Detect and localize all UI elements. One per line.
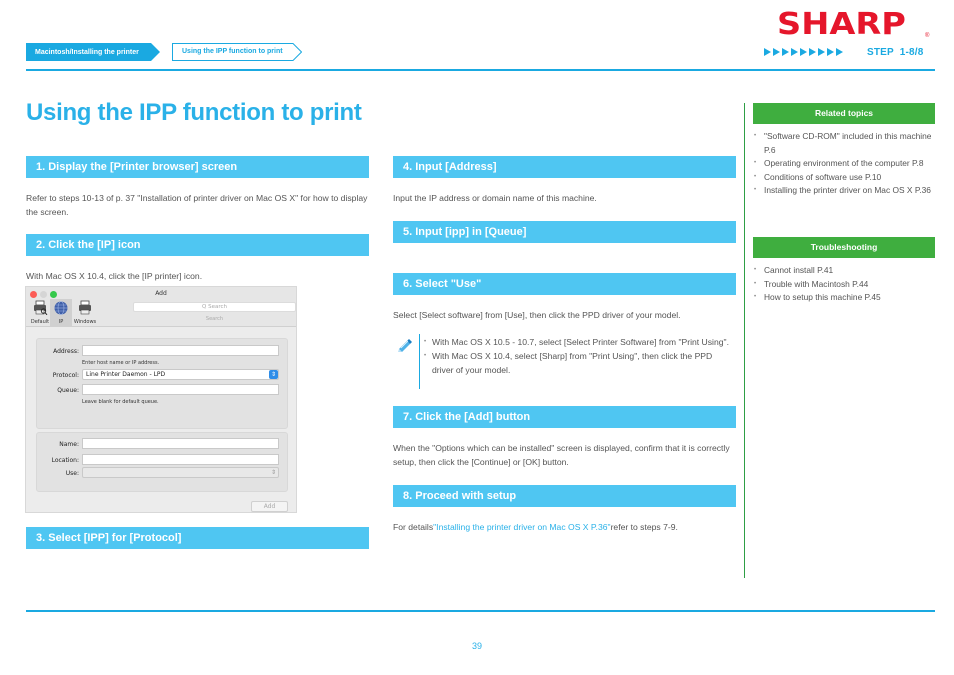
breadcrumb-parent[interactable]: Macintosh/Installing the printer: [26, 43, 160, 61]
printer-search-icon: [34, 300, 48, 316]
step-4-text: Input the IP address or domain name of t…: [393, 193, 597, 203]
queue-hint: Leave blank for default queue.: [82, 399, 159, 405]
related-topic-link[interactable]: "Software CD-ROM" included in this machi…: [753, 130, 935, 157]
step-4-heading: 4. Input [Address]: [393, 156, 736, 178]
breadcrumb-parent-label: Macintosh/Installing the printer: [35, 48, 139, 56]
step-7-text: When the "Options which can be installed…: [393, 443, 730, 467]
related-topics-heading: Related topics: [753, 103, 935, 124]
step-progress-arrows: [764, 48, 843, 58]
page-number: 39: [471, 641, 482, 651]
progress-arrow-icon: [764, 48, 771, 56]
related-topic-link[interactable]: Installing the printer driver on Mac OS …: [753, 184, 935, 198]
step-8-heading: 8. Proceed with setup: [393, 485, 736, 507]
note-item: With Mac OS X 10.5 - 10.7, select [Selec…: [424, 335, 734, 349]
progress-arrow-icon: [836, 48, 843, 56]
progress-arrow-icon: [827, 48, 834, 56]
dialog-toolbar: Add Default IP Windows Q Search Search: [26, 287, 296, 327]
connection-group: Address: Enter host name or IP address. …: [36, 338, 288, 429]
step-3-heading: 3. Select [IPP] for [Protocol]: [26, 527, 369, 549]
note-item: With Mac OS X 10.4, select [Sharp] from …: [424, 349, 734, 377]
note-divider: [419, 334, 420, 389]
step-6-text: Select [Select software] from [Use], the…: [393, 310, 681, 320]
page-title: Using the IPP function to print: [26, 99, 362, 126]
address-label: Address:: [53, 348, 79, 355]
related-topics-list: "Software CD-ROM" included in this machi…: [753, 130, 935, 198]
footer-divider: [26, 610, 935, 612]
progress-arrow-icon: [800, 48, 807, 56]
address-input[interactable]: [82, 345, 279, 356]
use-label: Use:: [65, 470, 79, 477]
troubleshooting-link[interactable]: Trouble with Macintosh P.44: [753, 278, 935, 292]
step-8-prefix: For details: [393, 522, 434, 532]
name-label: Name:: [59, 441, 79, 448]
troubleshooting-link[interactable]: Cannot install P.41: [753, 264, 935, 278]
name-input[interactable]: [82, 438, 279, 449]
queue-input[interactable]: [82, 384, 279, 395]
header-divider: [26, 69, 935, 71]
progress-arrow-icon: [818, 48, 825, 56]
toolbar-ip-button[interactable]: IP: [50, 299, 72, 326]
pencil-note-icon: [398, 339, 412, 352]
progress-arrow-icon: [809, 48, 816, 56]
queue-label: Queue:: [57, 387, 79, 394]
dialog-search-input[interactable]: Q Search: [133, 302, 296, 312]
address-hint: Enter host name or IP address.: [82, 360, 160, 366]
sidebar-divider: [744, 103, 745, 578]
progress-arrow-icon: [782, 48, 789, 56]
select-arrows-icon: ⇕: [269, 370, 278, 379]
installing-driver-link[interactable]: "Installing the printer driver on Mac OS…: [433, 522, 610, 532]
breadcrumb-current-label: Using the IPP function to print: [182, 48, 283, 55]
note-list: With Mac OS X 10.5 - 10.7, select [Selec…: [424, 335, 734, 377]
step-2-text: With Mac OS X 10.4, click the [IP printe…: [26, 271, 203, 281]
step-7-heading: 7. Click the [Add] button: [393, 406, 736, 428]
dialog-add-button[interactable]: Add: [251, 501, 288, 512]
step-8-suffix: refer to steps 7-9.: [610, 522, 678, 532]
related-topic-link[interactable]: Conditions of software use P.10: [753, 171, 935, 185]
step-indicator: STEP 1-8/8: [867, 47, 924, 58]
toolbar-windows-label: Windows: [73, 319, 97, 325]
progress-arrow-icon: [791, 48, 798, 56]
printer-info-group: Name: Location: Use: ⇕: [36, 432, 288, 492]
logo-text: SHARP: [777, 7, 906, 42]
step-1-heading: 1. Display the [Printer browser] screen: [26, 156, 369, 178]
protocol-label: Protocol:: [52, 372, 79, 379]
protocol-value: Line Printer Daemon - LPD: [86, 371, 166, 378]
globe-icon: [54, 301, 68, 315]
step-5-heading: 5. Input [ipp] in [Queue]: [393, 221, 736, 243]
use-select[interactable]: ⇕: [82, 467, 279, 478]
registered-mark: ®: [925, 33, 930, 39]
progress-arrow-icon: [773, 48, 780, 56]
troubleshooting-list: Cannot install P.41 Trouble with Macinto…: [753, 264, 935, 305]
step-6-heading: 6. Select "Use": [393, 273, 736, 295]
related-topic-link[interactable]: Operating environment of the computer P.…: [753, 157, 935, 171]
step-2-heading: 2. Click the [IP] icon: [26, 234, 369, 256]
protocol-select[interactable]: Line Printer Daemon - LPD ⇕: [82, 369, 279, 380]
select-arrows-icon: ⇕: [270, 469, 277, 476]
location-label: Location:: [51, 457, 79, 464]
breadcrumb-current[interactable]: Using the IPP function to print: [172, 43, 302, 61]
step-8-text: For details"Installing the printer drive…: [393, 520, 738, 534]
add-printer-dialog-screenshot: Add Default IP Windows Q Search Search A…: [25, 286, 297, 513]
troubleshooting-heading: Troubleshooting: [753, 237, 935, 258]
step-1-text: Refer to steps 10-13 of p. 37 "Installat…: [26, 193, 368, 217]
location-input[interactable]: [82, 454, 279, 465]
dialog-title: Add: [155, 290, 167, 297]
toolbar-windows-button[interactable]: Windows: [74, 299, 96, 326]
dialog-search-caption: Search: [205, 316, 224, 322]
troubleshooting-link[interactable]: How to setup this machine P.45: [753, 291, 935, 305]
printer-icon: [79, 300, 91, 315]
